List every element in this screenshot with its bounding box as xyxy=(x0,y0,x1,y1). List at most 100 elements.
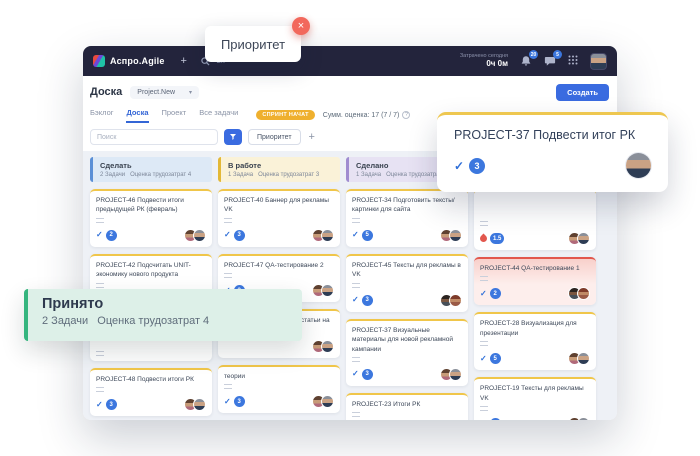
avatar xyxy=(321,284,334,297)
task-card[interactable]: теории✓3 xyxy=(218,365,340,413)
card-title: PROJECT-47 QA-тестирование 2 xyxy=(224,261,334,270)
description-icon xyxy=(96,218,104,223)
card-title: PROJECT-23 Итоги РК xyxy=(352,400,462,409)
task-card[interactable]: PROJECT-48 Подвести итоги РК ✓3 xyxy=(90,368,212,416)
task-card[interactable]: PROJECT-46 Подвести итоги предыдущей РК … xyxy=(90,189,212,247)
tab-3[interactable]: Проект xyxy=(162,108,187,123)
description-icon xyxy=(224,218,232,223)
description-icon xyxy=(96,351,104,356)
chevron-down-icon: ▾ xyxy=(189,89,192,96)
check-icon: ✓ xyxy=(224,231,231,239)
board-column-1: Сделать2 Задачи Оценка трудозатрат 4 PROJ… xyxy=(90,157,212,416)
messages-badge: 5 xyxy=(553,50,562,59)
card-meta: ✓3 xyxy=(96,398,206,411)
check-icon: ✓ xyxy=(480,290,487,298)
help-icon[interactable]: ? xyxy=(402,111,410,119)
create-button[interactable]: Создать xyxy=(556,84,609,101)
card-title: PROJECT-45 Тексты для рекламы в VK xyxy=(352,261,462,280)
priority-tooltip: Приоритет × xyxy=(205,26,301,62)
card-title: PROJECT-37 Визуальные материалы для ново… xyxy=(352,326,462,354)
tab-1[interactable]: Бэклог xyxy=(90,108,113,123)
notifications-bell-icon[interactable]: 20 xyxy=(520,55,532,67)
card-meta: ✓5 xyxy=(480,352,590,365)
estimate-badge: 3 xyxy=(469,158,485,174)
card-title: PROJECT-44 QA-тестирование 1 xyxy=(480,264,590,273)
estimate-badge: 3 xyxy=(234,396,245,407)
overlay-card-title: PROJECT-37 Подвести итог РК xyxy=(454,128,651,142)
card-meta: ✓2 xyxy=(480,287,590,300)
app-name: Аспро.Agile xyxy=(110,56,165,66)
card-meta: ✓5 xyxy=(352,229,462,242)
description-icon xyxy=(352,218,360,223)
assignee-avatar xyxy=(626,153,651,178)
accepted-title: Принято xyxy=(42,296,288,312)
description-icon xyxy=(96,283,104,288)
description-icon xyxy=(96,387,104,392)
apps-grid-icon[interactable] xyxy=(568,52,578,70)
time-tracker[interactable]: Затрачено сегодня 0ч 0м xyxy=(460,53,508,70)
card-title: PROJECT-48 Подвести итоги РК xyxy=(96,375,206,384)
tab-4[interactable]: Все задачи xyxy=(199,108,238,123)
card-avatars xyxy=(316,340,334,353)
avatar xyxy=(449,294,462,307)
card-meta-left: ✓5 xyxy=(352,230,373,241)
check-icon: ✓ xyxy=(96,231,103,239)
avatar xyxy=(577,287,590,300)
avatar xyxy=(193,229,206,242)
check-icon: ✓ xyxy=(224,398,231,406)
board-column-4: Принято2 Задачи Оценка трудозатрат 41.5P… xyxy=(474,157,596,420)
task-card[interactable]: PROJECT-44 QA-тестирование 1 ✓2 xyxy=(474,257,596,305)
close-icon[interactable]: × xyxy=(292,17,310,35)
task-card[interactable]: 1.5 xyxy=(474,189,596,250)
card-title: PROJECT-34 Подготовить тексты/картинки д… xyxy=(352,196,462,215)
task-card[interactable]: PROJECT-40 Баннер для рекламы VK✓3 xyxy=(218,189,340,247)
task-card[interactable]: PROJECT-28 Визуализация для презентации✓… xyxy=(474,312,596,370)
card-title-hidden xyxy=(480,196,590,218)
description-icon xyxy=(224,384,232,389)
avatar xyxy=(577,232,590,245)
column-header: Сделать2 Задачи Оценка трудозатрат 4 xyxy=(90,157,212,182)
estimate-badge: 2 xyxy=(106,230,117,241)
stage: Аспро.Agile + Сп Затрачено сегодня 0ч 0м… xyxy=(0,0,700,456)
column-header: В работе1 Задача Оценка трудозатрат 3 xyxy=(218,157,340,182)
search-input[interactable] xyxy=(90,129,218,145)
filter-button[interactable] xyxy=(224,129,242,145)
add-icon[interactable]: + xyxy=(181,55,187,67)
filter-chip-priority[interactable]: Приоритет xyxy=(248,129,301,145)
card-avatars xyxy=(572,417,590,420)
topbar-right: Затрачено сегодня 0ч 0м 20 5 xyxy=(460,52,607,70)
task-card[interactable]: PROJECT-23 Итоги РК✓5 xyxy=(346,393,468,420)
task-card[interactable]: PROJECT-45 Тексты для рекламы в VK✓3 xyxy=(346,254,468,312)
page-title: Доска xyxy=(90,86,122,98)
avatar xyxy=(577,417,590,420)
task-card[interactable]: PROJECT-34 Подготовить тексты/картинки д… xyxy=(346,189,468,247)
card-avatars xyxy=(572,232,590,245)
card-avatars xyxy=(188,398,206,411)
card-meta-left: ✓3 xyxy=(352,369,373,380)
board-tabs: Бэклог Доска Проект Все задачи xyxy=(90,108,238,123)
card-meta: 1.5 xyxy=(480,232,590,245)
estimate-badge: 3 xyxy=(234,230,245,241)
project-select[interactable]: Project.New ▾ xyxy=(130,86,199,99)
card-avatars xyxy=(572,352,590,365)
card-avatars xyxy=(572,287,590,300)
task-card[interactable]: PROJECT-37 Визуальные материалы для ново… xyxy=(346,319,468,386)
board-column-3: Сделано1 Задача Оценка трудозатрат 3PROJ… xyxy=(346,157,468,420)
card-meta-left: ✓2 xyxy=(480,288,501,299)
tab-2[interactable]: Доска xyxy=(126,108,148,123)
description-icon xyxy=(224,273,232,278)
overlay-task-card[interactable]: PROJECT-37 Подвести итог РК ✓ 3 xyxy=(437,112,668,192)
column-name: В работе xyxy=(228,161,333,170)
messages-icon[interactable]: 5 xyxy=(544,55,556,67)
board-column-2: В работе1 Задача Оценка трудозатрат 3 PRO… xyxy=(218,157,340,413)
user-avatar[interactable] xyxy=(590,53,607,70)
add-filter-button[interactable]: + xyxy=(309,131,315,143)
estimate-badge: 5 xyxy=(490,353,501,364)
task-card[interactable]: PROJECT-19 Тексты для рекламы VK✓5 xyxy=(474,377,596,420)
avatar xyxy=(449,368,462,381)
app-logo-icon xyxy=(93,55,105,67)
accepted-meta: 2 Задачи Оценка трудозатрат 4 xyxy=(42,315,288,327)
top-navbar: Аспро.Agile + Сп Затрачено сегодня 0ч 0м… xyxy=(83,46,617,76)
estimate-badge: 2 xyxy=(490,288,501,299)
card-avatars xyxy=(444,294,462,307)
